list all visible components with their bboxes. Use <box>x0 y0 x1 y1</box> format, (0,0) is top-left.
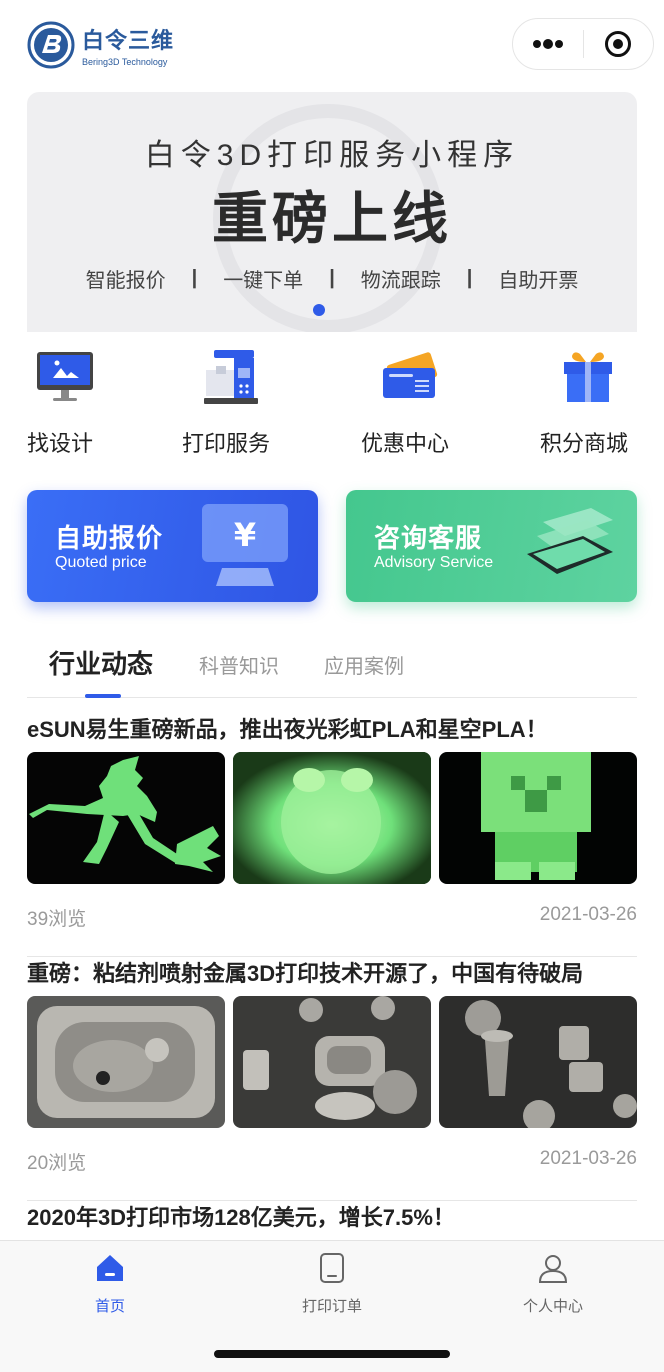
banner-feature: 物流跟踪 <box>360 270 441 292</box>
metal-housing-image <box>27 996 225 1128</box>
quick-item-label: 优惠中心 <box>361 431 450 456</box>
tab-industry-news[interactable]: 行业动态 <box>49 644 153 681</box>
article-item[interactable]: 重磅：粘结剂喷射金属3D打印技术开源了，中国有待破局 20浏览 2021-03-… <box>27 956 637 1206</box>
order-doc-icon <box>320 1253 344 1283</box>
target-close-icon <box>605 31 632 57</box>
quick-item-find-design[interactable]: 找设计 <box>27 340 117 470</box>
svg-text:¥: ¥ <box>234 516 256 554</box>
tabbar-item-print-orders[interactable]: 打印订单 <box>262 1251 402 1321</box>
banner-feature: 自助开票 <box>498 270 579 292</box>
article-images <box>27 996 637 1128</box>
more-dots-icon <box>532 39 563 49</box>
user-profile-icon <box>538 1255 568 1283</box>
article-item[interactable]: 2020年3D打印市场128亿美元，增长7.5%！ <box>27 1200 637 1240</box>
advisory-service-card[interactable]: 咨询客服 Advisory Service <box>346 490 637 602</box>
banner-feature: 一键下单 <box>223 270 304 292</box>
coupon-ticket-icon <box>383 352 438 398</box>
article-title: 2020年3D打印市场128亿美元，增长7.5%！ <box>27 1205 455 1230</box>
monitor-design-icon <box>37 352 93 401</box>
banner-features: 智能报价 | 一键下单 | 物流跟踪 | 自助开票 <box>27 264 637 293</box>
tabbar-label: 个人中心 <box>522 1298 583 1315</box>
bering-logo-icon <box>27 21 75 69</box>
gift-box-icon <box>564 352 612 402</box>
banner-feature-separator: | <box>466 267 473 289</box>
article-date: 2021-03-26 <box>539 1148 637 1169</box>
metal-nozzle-image <box>439 996 637 1128</box>
active-tab-indicator <box>85 694 121 698</box>
banner-feature-separator: | <box>191 267 198 289</box>
tabbar-item-profile[interactable]: 个人中心 <box>483 1251 623 1321</box>
home-icon <box>97 1255 123 1281</box>
article-item[interactable]: eSUN易生重磅新品，推出夜光彩虹PLA和星空PLA！ 39浏览 2021-03… <box>27 712 637 962</box>
banner-title: 重磅上线 <box>212 187 452 250</box>
banner-pagination-dot[interactable] <box>313 304 325 316</box>
card-subtitle: Advisory Service <box>374 554 494 571</box>
metal-parts-image <box>233 996 431 1128</box>
card-title: 自助报价 <box>55 523 164 553</box>
quick-item-label: 打印服务 <box>182 431 271 456</box>
logo-en-text: Bering3D Technology <box>82 57 168 67</box>
news-tabs: 行业动态 科普知识 应用案例 <box>27 630 637 698</box>
tab-application-cases[interactable]: 应用案例 <box>324 650 404 679</box>
article-images <box>27 752 637 884</box>
close-button[interactable] <box>584 19 654 69</box>
article-date: 2021-03-26 <box>539 904 637 925</box>
phone-stack-icon <box>527 508 613 574</box>
article-title: eSUN易生重磅新品，推出夜光彩虹PLA和星空PLA！ <box>27 717 548 742</box>
quick-menu: 找设计 打印服务 优惠中心 积分商城 <box>0 340 664 470</box>
banner-feature: 智能报价 <box>85 270 166 292</box>
article-views: 20浏览 <box>27 1153 87 1174</box>
card-subtitle: Quoted price <box>55 554 147 571</box>
quick-item-coupon-center[interactable]: 优惠中心 <box>361 340 461 470</box>
banner-feature-separator: | <box>329 267 335 289</box>
printer-machine-icon <box>204 350 258 404</box>
mini-program-capsule <box>512 18 654 70</box>
quick-item-label: 积分商城 <box>540 431 629 456</box>
banner-subtitle: 白令3D打印服务小程序 <box>144 139 520 172</box>
promo-banner[interactable]: 白令3D打印服务小程序 重磅上线 智能报价 | 一键下单 | 物流跟踪 | 自助… <box>27 92 637 332</box>
self-quote-card[interactable]: 自助报价 Quoted price ¥ <box>27 490 318 602</box>
glow-dog-image <box>233 752 431 884</box>
tabbar-label: 打印订单 <box>301 1298 362 1315</box>
quick-item-points-mall[interactable]: 积分商城 <box>540 340 640 470</box>
article-title: 重磅：粘结剂喷射金属3D打印技术开源了，中国有待破局 <box>27 961 584 986</box>
home-indicator[interactable] <box>214 1350 450 1358</box>
tabbar-label: 首页 <box>94 1298 125 1315</box>
brand-logo: 白令三维 Bering3D Technology <box>26 20 174 70</box>
tabbar-item-home[interactable]: 首页 <box>40 1251 180 1321</box>
yen-screen-icon: ¥ <box>202 504 288 586</box>
app-header: 白令三维 Bering3D Technology <box>0 0 664 90</box>
tab-popular-science[interactable]: 科普知识 <box>199 650 279 679</box>
card-title: 咨询客服 <box>374 523 483 553</box>
glow-witch-image <box>27 752 225 884</box>
quick-item-print-service[interactable]: 打印服务 <box>182 340 282 470</box>
logo-cn-text: 白令三维 <box>82 28 175 53</box>
more-button[interactable] <box>513 19 583 69</box>
quick-item-label: 找设计 <box>27 431 94 456</box>
article-views: 39浏览 <box>27 909 87 930</box>
glow-creeper-image <box>439 752 637 884</box>
